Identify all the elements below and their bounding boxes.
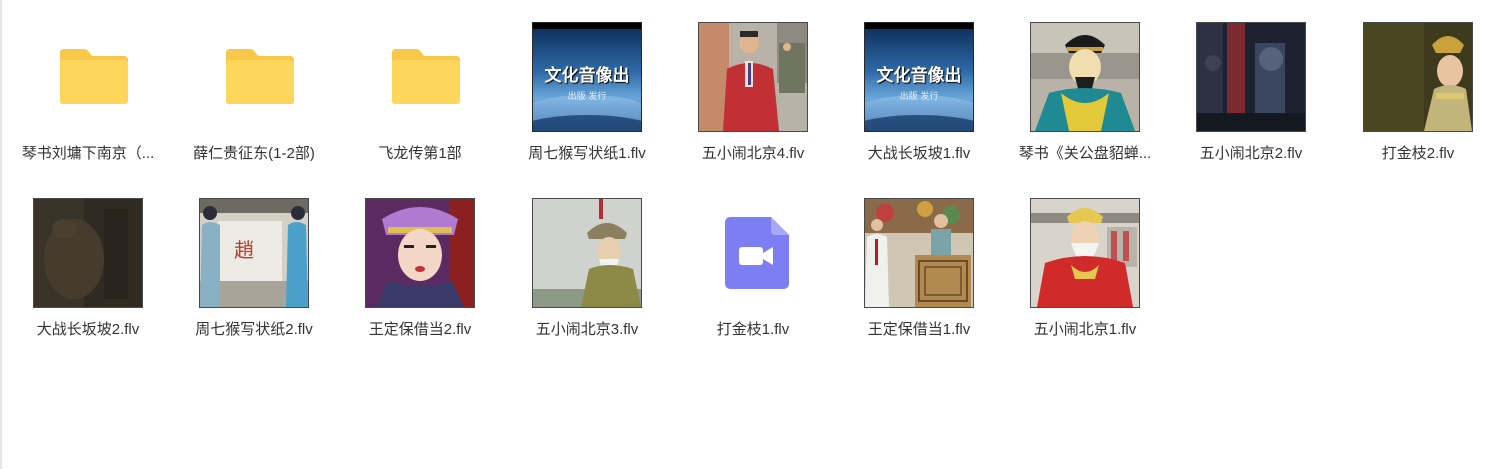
video-thumbnail: [365, 198, 475, 308]
file-name: 五小闹北京1.flv: [1033, 321, 1137, 338]
file-name: 五小闹北京4.flv: [701, 145, 805, 162]
video-thumbnail: [1196, 22, 1306, 132]
thumbnail-subtitle-text: 出版 发行: [567, 92, 607, 102]
file-name: 五小闹北京2.flv: [1199, 145, 1303, 162]
file-item-video[interactable]: 五小闹北京3.flv: [504, 198, 670, 368]
file-name: 大战长坂坡1.flv: [867, 145, 971, 162]
video-thumbnail: [532, 198, 642, 308]
file-item-folder[interactable]: 飞龙传第1部: [337, 22, 503, 192]
video-file-icon: [725, 217, 789, 289]
file-grid: 琴书刘墉下南京（... 薛仁贵征东(1-2部) 飞龙传第1部 文化音像出 出版 …: [0, 0, 1496, 469]
video-thumbnail: [33, 198, 143, 308]
thumbnail-subtitle-text: 出版 发行: [899, 92, 939, 102]
video-thumbnail: [1030, 22, 1140, 132]
thumbnail-title-text: 文化音像出: [876, 66, 962, 86]
file-item-video[interactable]: 琴书《关公盘貂蝉...: [1002, 22, 1168, 192]
video-thumbnail: 趙: [199, 198, 309, 308]
file-item-video[interactable]: 五小闹北京4.flv: [670, 22, 836, 192]
file-name: 周七猴写状纸1.flv: [528, 145, 646, 162]
file-name: 王定保借当2.flv: [368, 321, 472, 338]
file-item-video[interactable]: 打金枝1.flv: [670, 198, 836, 368]
file-item-video[interactable]: 五小闹北京2.flv: [1168, 22, 1334, 192]
file-item-video[interactable]: 王定保借当1.flv: [836, 198, 1002, 368]
file-name: 薛仁贵征东(1-2部): [193, 145, 315, 162]
folder-icon: [390, 47, 462, 105]
file-name: 周七猴写状纸2.flv: [195, 321, 313, 338]
file-name: 飞龙传第1部: [378, 145, 462, 162]
folder-icon: [224, 47, 296, 105]
file-item-folder[interactable]: 琴书刘墉下南京（...: [5, 22, 171, 192]
file-name: 琴书《关公盘貂蝉...: [1018, 145, 1152, 162]
file-name: 五小闹北京3.flv: [535, 321, 639, 338]
file-item-video[interactable]: 文化音像出 出版 发行 大战长坂坡1.flv: [836, 22, 1002, 192]
file-name: 大战长坂坡2.flv: [36, 321, 140, 338]
svg-text:趙: 趙: [234, 238, 254, 262]
video-thumbnail: [1363, 22, 1473, 132]
file-name: 打金枝2.flv: [1381, 145, 1455, 162]
file-name: 王定保借当1.flv: [867, 321, 971, 338]
video-thumbnail: [698, 22, 808, 132]
file-name: 琴书刘墉下南京（...: [21, 145, 155, 162]
video-thumbnail: 文化音像出 出版 发行: [864, 22, 974, 132]
file-item-video[interactable]: 文化音像出 出版 发行 周七猴写状纸1.flv: [504, 22, 670, 192]
folder-icon: [58, 47, 130, 105]
file-item-video[interactable]: 大战长坂坡2.flv: [5, 198, 171, 368]
file-item-folder[interactable]: 薛仁贵征东(1-2部): [171, 22, 337, 192]
file-item-video[interactable]: 王定保借当2.flv: [337, 198, 503, 368]
file-name: 打金枝1.flv: [716, 321, 790, 338]
thumbnail-title-text: 文化音像出: [544, 66, 630, 86]
video-thumbnail: [864, 198, 974, 308]
video-thumbnail: [1030, 198, 1140, 308]
file-item-video[interactable]: 打金枝2.flv: [1335, 22, 1496, 192]
file-item-video[interactable]: 五小闹北京1.flv: [1002, 198, 1168, 368]
video-thumbnail: 文化音像出 出版 发行: [532, 22, 642, 132]
file-item-video[interactable]: 趙 周七猴写状纸2.flv: [171, 198, 337, 368]
